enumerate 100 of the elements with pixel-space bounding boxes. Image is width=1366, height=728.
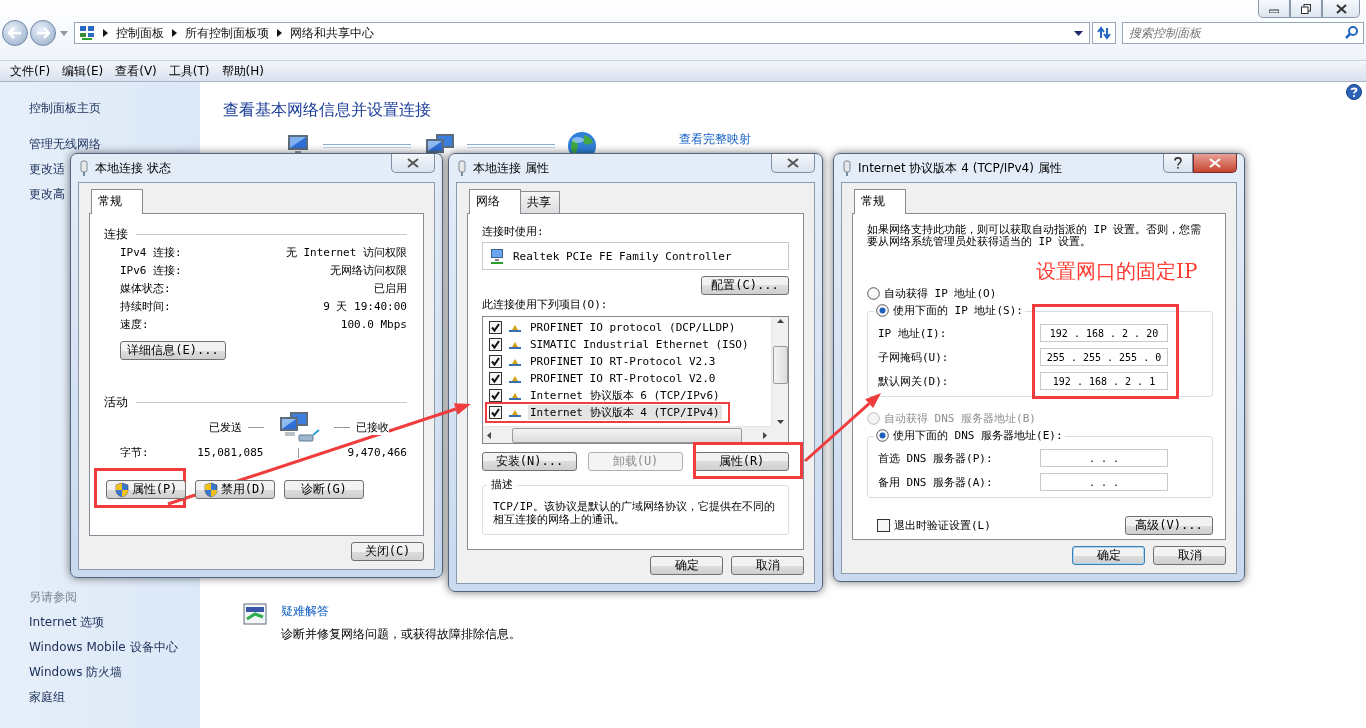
ip-address-field[interactable]: . . . xyxy=(1040,449,1168,467)
field-label: IPv6 连接: xyxy=(120,262,182,278)
menu-item[interactable]: 编辑(E) xyxy=(56,62,110,80)
button[interactable]: 属性(P) xyxy=(106,480,186,499)
close-icon xyxy=(1209,158,1221,168)
button[interactable]: 安装(N)... xyxy=(482,452,577,471)
breadcrumb-arrow-icon xyxy=(277,29,282,37)
field-label: 首选 DNS 服务器(P): xyxy=(878,450,993,466)
sidebar-link[interactable]: Internet 选项 xyxy=(29,610,200,635)
field-label: 默认网关(D): xyxy=(878,373,949,389)
scroll-down-icon xyxy=(776,420,784,424)
button[interactable]: 禁用(D) xyxy=(195,480,275,499)
breadcrumb-arrow-icon xyxy=(103,29,108,37)
menu-item[interactable]: 工具(T) xyxy=(162,62,216,80)
close-icon xyxy=(787,158,799,168)
scroll-up-icon xyxy=(776,319,784,323)
description-text: 诊断并修复网络问题，或获得故障排除信息。 xyxy=(281,626,521,643)
close-button[interactable] xyxy=(771,154,815,173)
refresh-button[interactable] xyxy=(1092,22,1116,44)
network-adapter-icon xyxy=(489,248,505,264)
question-icon xyxy=(1174,157,1182,169)
menu-item[interactable]: 帮助(H) xyxy=(215,62,270,80)
button[interactable]: 确定 xyxy=(1072,546,1145,565)
scroll-right-icon xyxy=(763,431,767,439)
forward-button[interactable] xyxy=(30,20,56,46)
tab[interactable]: 常规 xyxy=(91,189,143,214)
page-title: 查看基本网络信息并设置连接 xyxy=(223,100,432,121)
tab[interactable]: 常规 xyxy=(854,189,906,214)
sent-label: 已发送 xyxy=(208,419,242,435)
sidebar-link[interactable]: Windows 防火墙 xyxy=(29,660,200,685)
back-arrow-icon xyxy=(8,27,22,39)
list-item[interactable]: PROFINET IO RT-Protocol V2.3 xyxy=(528,355,718,368)
vertical-scrollbar[interactable] xyxy=(771,317,788,426)
component-list[interactable]: PROFINET IO protocol (DCP/LLDP) SIMATIC Industrial Ethernet (ISO) PROFINET IO RT-Protocol V2.3 PROFINET IO RT-Protocol V2.0 Internet 协议版本 6 (TCP/IPv6) Internet 协议版本 4 (TCP/IPv4) xyxy=(482,316,789,444)
advanced-button[interactable]: 高级(V)... xyxy=(1125,516,1213,535)
menu-item[interactable]: 查看(V) xyxy=(109,62,163,80)
field-label: 字节: xyxy=(120,445,150,460)
refresh-icon xyxy=(1096,26,1112,40)
history-button[interactable] xyxy=(58,30,70,36)
breadcrumb-item[interactable]: 控制面板 xyxy=(116,24,164,42)
field-label: 速度: xyxy=(120,316,149,332)
close-button[interactable] xyxy=(1322,0,1360,18)
sidebar-link[interactable]: 家庭组 xyxy=(29,685,200,710)
search-field[interactable]: 搜索控制面板 xyxy=(1122,22,1364,44)
button[interactable]: 取消 xyxy=(1153,546,1226,565)
field-label: 备用 DNS 服务器(A): xyxy=(878,474,993,490)
description-text: 如果网络支持此功能，则可以获取自动指派的 IP 设置。否则，您需要从网络系统管理员处获得适当的 IP 设置。 xyxy=(867,224,1203,248)
button[interactable]: 取消 xyxy=(731,556,804,575)
field-value: 15,081,085 xyxy=(197,446,264,459)
sidebar-link[interactable]: Windows Mobile 设备中心 xyxy=(29,635,200,660)
annotation-text: 设置网口的固定IP xyxy=(1036,258,1198,285)
ip-address-field[interactable]: 192 . 168 . 2 . 1 xyxy=(1040,372,1168,390)
field-label: 连接时使用: xyxy=(482,224,545,239)
breadcrumb-arrow-icon xyxy=(172,29,177,37)
address-bar[interactable]: 控制面板 所有控制面板项 网络和共享中心 xyxy=(74,22,1090,44)
close-dialog-button[interactable]: 关闭(C) xyxy=(351,542,424,561)
section-heading: 连接 xyxy=(104,226,128,243)
maximize-button[interactable] xyxy=(1290,0,1322,18)
ip-address-field[interactable]: . . . xyxy=(1040,473,1168,491)
menu-item[interactable]: 文件(F) xyxy=(4,62,57,80)
tab[interactable]: 共享 xyxy=(520,191,560,213)
field-label: IP 地址(I): xyxy=(878,325,947,341)
button[interactable]: 确定 xyxy=(650,556,723,575)
horizontal-scrollbar[interactable] xyxy=(483,426,771,443)
map-link[interactable]: 查看完整映射 xyxy=(679,131,751,148)
configure-button[interactable]: 配置(C)... xyxy=(701,276,789,295)
list-item[interactable]: PROFINET IO protocol (DCP/LLDP) xyxy=(528,321,738,334)
checkbox-label[interactable]: 退出时验证设置(L) xyxy=(894,518,991,533)
field-value: 100.0 Mbps xyxy=(340,317,407,331)
breadcrumb-item[interactable]: 所有控制面板项 xyxy=(185,24,269,42)
section-heading: 另请参阅 xyxy=(29,589,78,606)
button[interactable]: 诊断(G) xyxy=(284,480,364,499)
details-button[interactable]: 详细信息(E)... xyxy=(120,341,226,360)
breadcrumb-item[interactable]: 网络和共享中心 xyxy=(290,24,374,42)
shield-icon xyxy=(203,481,218,498)
list-item[interactable]: PROFINET IO RT-Protocol V2.0 xyxy=(528,372,718,385)
caret-icon xyxy=(60,30,68,36)
troubleshoot-icon xyxy=(243,603,267,625)
close-button[interactable] xyxy=(391,154,435,173)
list-item[interactable]: Internet 协议版本 4 (TCP/IPv4) xyxy=(528,405,722,420)
button[interactable]: 属性(R) xyxy=(694,452,789,471)
help-icon[interactable] xyxy=(1346,84,1362,100)
ip-address-field[interactable]: 192 . 168 . 2 . 20 xyxy=(1040,324,1168,342)
troubleshoot-link[interactable]: 疑难解答 xyxy=(281,603,521,620)
list-item[interactable]: SIMATIC Industrial Ethernet (ISO) xyxy=(528,338,751,351)
scroll-left-icon xyxy=(487,431,491,439)
sidebar-link[interactable]: 控制面板主页 xyxy=(29,96,200,121)
window-title: Internet 协议版本 4 (TCP/IPv4) 属性 xyxy=(858,159,1062,177)
field-label: 子网掩码(U): xyxy=(878,349,949,365)
close-button[interactable] xyxy=(1193,154,1237,173)
radio-label[interactable]: 自动获得 IP 地址(O) xyxy=(884,286,997,301)
sidebar-link[interactable]: 管理无线网络 xyxy=(29,132,200,157)
ip-address-field[interactable]: 255 . 255 . 255 . 0 xyxy=(1040,348,1168,366)
adapter-name: Realtek PCIe FE Family Controller xyxy=(513,249,732,263)
window-title: 本地连接 属性 xyxy=(473,159,549,177)
tab[interactable]: 网络 xyxy=(469,189,521,214)
help-button[interactable] xyxy=(1163,154,1193,173)
back-button[interactable] xyxy=(2,20,28,46)
shield-icon xyxy=(114,481,129,498)
list-item[interactable]: Internet 协议版本 6 (TCP/IPv6) xyxy=(528,388,722,403)
